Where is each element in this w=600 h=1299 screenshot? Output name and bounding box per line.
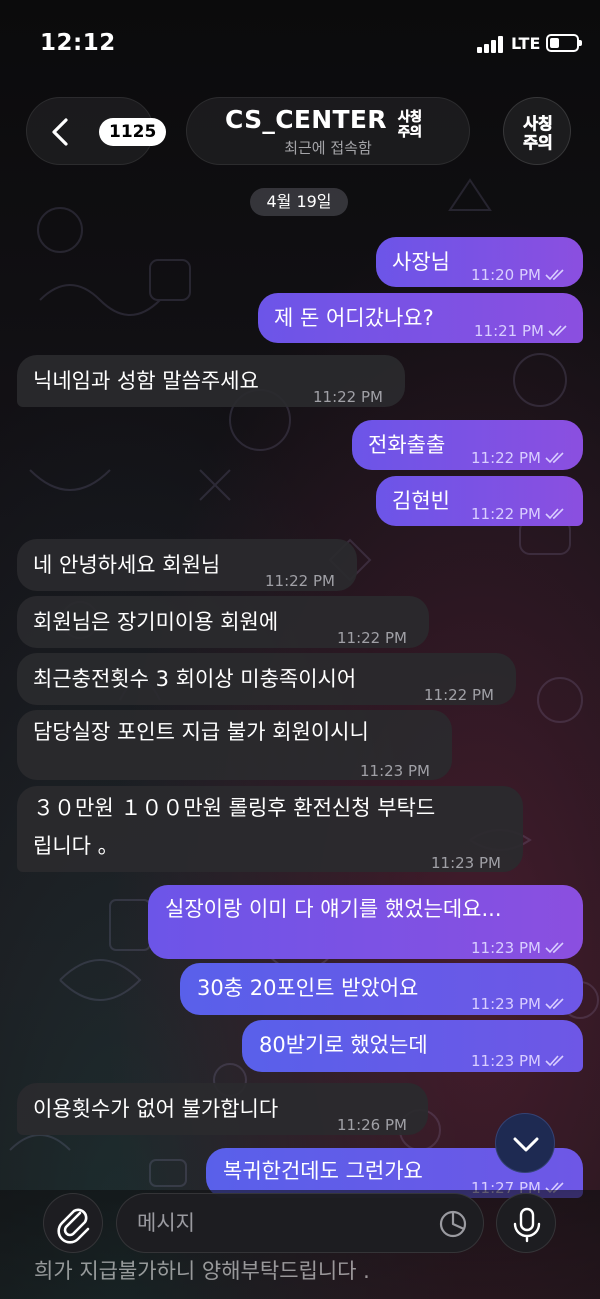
read-check-icon <box>545 942 564 954</box>
message-text: 복귀한건데도 그런가요 <box>223 1159 423 1183</box>
read-check-icon <box>545 1055 564 1067</box>
read-check-icon <box>548 325 567 337</box>
message-bubble-incoming[interactable]: 최근충전횟수 3 회이상 미충족이시어 11:22 PM <box>17 653 516 705</box>
network-type: LTE <box>511 34 541 53</box>
message-text: 80받기로 했었는데 <box>259 1033 428 1057</box>
partially-hidden-message: 희가 지급불가하니 양해부탁드립니다 . <box>34 1259 370 1283</box>
message-text: 30충 20포인트 받았어요 <box>197 976 419 1000</box>
unread-count-badge: 1125 <box>99 118 167 146</box>
message-bubble-incoming[interactable]: 네 안녕하세요 회원님 11:22 PM <box>17 539 357 591</box>
status-time: 12:12 <box>40 30 116 56</box>
sticker-icon[interactable] <box>437 1208 469 1240</box>
avatar-warning-badge: 사칭 주의 <box>523 114 553 153</box>
message-text: 이용횟수가 없어 불가합니다 <box>33 1097 279 1121</box>
message-text: 네 안녕하세요 회원님 <box>33 553 221 577</box>
message-bubble-incoming[interactable]: 닉네임과 성함 말씀주세요 11:22 PM <box>17 355 405 407</box>
message-input[interactable] <box>137 1208 427 1238</box>
message-bubble-outgoing[interactable]: 전화출출 11:22 PM <box>352 420 583 470</box>
message-text: 김현빈 <box>392 489 450 513</box>
message-time: 11:23 PM <box>431 854 501 872</box>
message-bubble-incoming[interactable]: 이용횟수가 없어 불가합니다 11:26 PM <box>17 1083 428 1135</box>
attach-button[interactable] <box>43 1193 103 1253</box>
chevron-left-icon <box>52 118 68 146</box>
message-time: 11:22 PM <box>471 505 541 523</box>
read-check-icon <box>545 508 564 520</box>
message-text: 제 돈 어디갔나요? <box>274 306 434 330</box>
message-text-line1: ３０만원 １００만원 롤링후 환전신청 부탁드 <box>33 796 436 820</box>
message-time: 11:26 PM <box>337 1116 407 1134</box>
message-text: 전화출출 <box>368 433 446 457</box>
scroll-to-bottom-button[interactable] <box>495 1113 555 1173</box>
message-bubble-outgoing[interactable]: 김현빈 11:22 PM <box>376 476 583 526</box>
message-text: 최근충전횟수 3 회이상 미충족이시어 <box>33 667 357 691</box>
battery-icon <box>546 34 582 52</box>
avatar-badge-top: 사칭 <box>523 114 552 133</box>
back-button[interactable]: 1125 <box>26 97 167 165</box>
microphone-icon <box>513 1207 541 1243</box>
message-time: 11:20 PM <box>471 266 541 284</box>
message-input-container[interactable] <box>116 1193 484 1253</box>
message-text: 닉네임과 성함 말씀주세요 <box>33 369 259 393</box>
message-meta: 11:23 PM <box>471 1044 567 1078</box>
date-separator: 4월 19일 <box>250 188 348 216</box>
avatar[interactable]: 사칭 주의 <box>503 97 571 165</box>
status-bar: 12:12 LTE <box>0 0 600 80</box>
badge-text-top: 사칭 <box>398 109 422 125</box>
battery-level <box>550 38 559 48</box>
voice-message-button[interactable] <box>496 1193 556 1253</box>
read-check-icon <box>545 998 564 1010</box>
message-time: 11:21 PM <box>474 322 544 340</box>
message-time: 11:23 PM <box>471 939 541 957</box>
message-bubble-outgoing[interactable]: 제 돈 어디갔나요? 11:21 PM <box>258 293 583 343</box>
last-seen-status: 최근에 접속함 <box>284 139 372 157</box>
cellular-signal-icon <box>477 35 507 53</box>
message-time: 11:22 PM <box>471 449 541 467</box>
message-bubble-incoming[interactable]: ３０만원 １００만원 롤링후 환전신청 부탁드 립니다 。 11:23 PM <box>17 786 523 872</box>
message-text: 회원님은 장기미이용 회원에 <box>33 610 279 634</box>
message-text: 실장이랑 이미 다 얘기를 했었는데요... <box>165 897 502 921</box>
message-bubble-outgoing[interactable]: 실장이랑 이미 다 얘기를 했었는데요... 11:23 PM <box>148 885 583 959</box>
message-bubble-outgoing[interactable]: 사장님 11:20 PM <box>376 237 583 287</box>
avatar-badge-bottom: 주의 <box>523 133 552 152</box>
message-text: 담당실장 포인트 지급 불가 회원이시니 <box>33 720 369 744</box>
message-meta: 11:23 PM <box>471 987 567 1021</box>
message-bubble-outgoing[interactable]: 30충 20포인트 받았어요 11:23 PM <box>180 963 583 1015</box>
message-meta: 11:22 PM <box>471 497 567 531</box>
message-bubble-incoming[interactable]: 담당실장 포인트 지급 불가 회원이시니 11:23 PM <box>17 710 452 780</box>
read-check-icon <box>545 452 564 464</box>
message-time: 11:22 PM <box>265 572 335 590</box>
message-time: 11:22 PM <box>313 388 383 406</box>
message-meta: 11:22 PM <box>471 441 567 475</box>
message-meta: 11:23 PM <box>471 931 567 965</box>
message-text-line2: 립니다 。 <box>33 834 119 858</box>
message-time: 11:23 PM <box>471 995 541 1013</box>
impersonation-warning-badge: 사칭 주의 <box>398 109 423 139</box>
message-time: 11:23 PM <box>471 1052 541 1070</box>
message-time: 11:23 PM <box>360 762 430 780</box>
message-bubble-outgoing[interactable]: 80받기로 했었는데 11:23 PM <box>242 1020 583 1072</box>
message-time: 11:22 PM <box>337 629 407 647</box>
paperclip-icon <box>57 1208 90 1244</box>
message-meta: 11:20 PM <box>471 258 567 292</box>
message-bubble-incoming[interactable]: 회원님은 장기미이용 회원에 11:22 PM <box>17 596 429 648</box>
message-time: 11:22 PM <box>424 686 494 704</box>
chat-header[interactable]: CS_CENTER 사칭 주의 최근에 접속함 <box>186 97 470 165</box>
read-check-icon <box>545 269 564 281</box>
message-text: 사장님 <box>392 250 450 274</box>
chat-title: CS_CENTER <box>225 105 387 134</box>
chevron-down-icon <box>513 1137 539 1152</box>
message-meta: 11:21 PM <box>474 314 570 348</box>
